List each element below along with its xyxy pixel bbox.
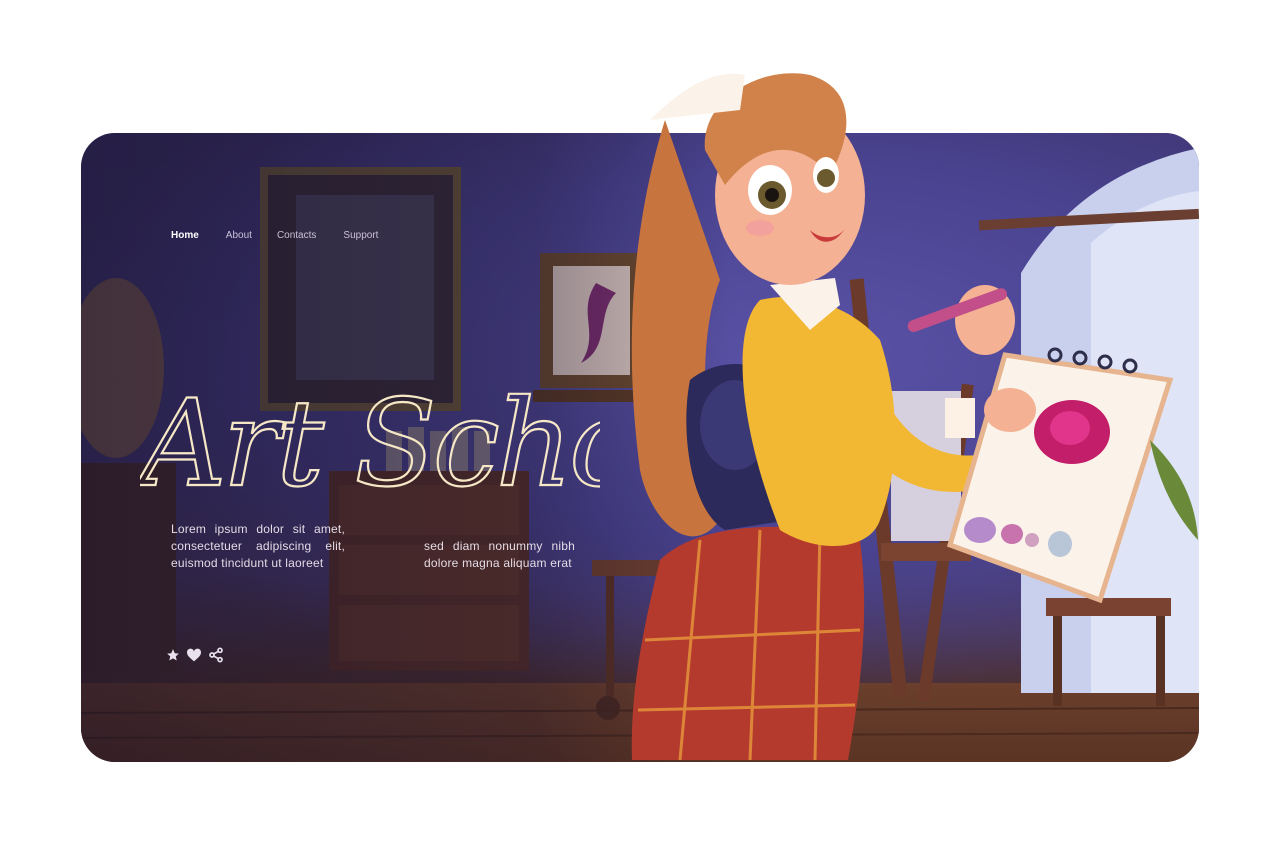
nav-support-link[interactable]: Support [343, 230, 378, 241]
hero-text-left: Lorem ipsum dolor sit amet, consectetuer… [171, 522, 345, 570]
social-icons [166, 647, 224, 663]
hero-text-right: sed diam nonummy nibh dolore magna aliqu… [424, 539, 575, 570]
main-nav: Home About Contacts Support [171, 230, 378, 241]
share-icon[interactable] [208, 647, 224, 663]
nav-contacts-link[interactable]: Contacts [277, 230, 316, 241]
nav-home-link[interactable]: Home [171, 230, 199, 241]
hero-title-text: Art School [140, 375, 600, 514]
nav-about-link[interactable]: About [226, 230, 252, 241]
star-icon[interactable] [166, 648, 180, 662]
heart-icon[interactable] [186, 648, 202, 662]
